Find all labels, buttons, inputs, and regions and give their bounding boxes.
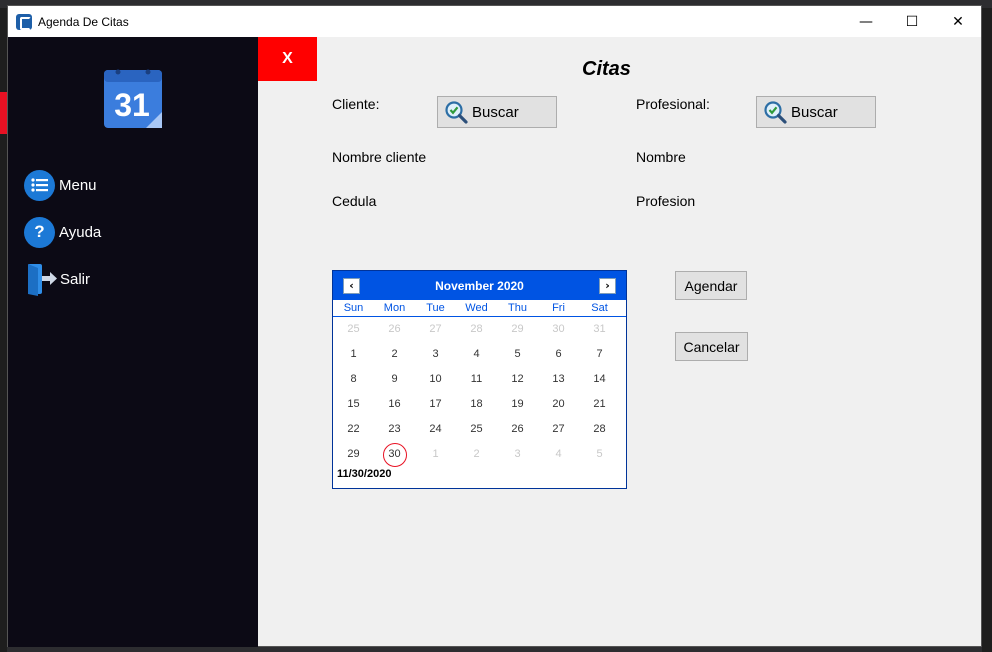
- nombre-cliente-label: Nombre cliente: [332, 149, 427, 165]
- calendar-logo-number: 31: [114, 87, 150, 123]
- calendar-day[interactable]: 5: [497, 342, 538, 367]
- calendar-weekday: Wed: [465, 302, 488, 314]
- search-check-icon: [445, 101, 468, 124]
- calendar-day[interactable]: 4: [538, 442, 579, 467]
- calendar-weekday: Thu: [508, 302, 527, 314]
- calendar-today-text[interactable]: 11/30/2020: [333, 467, 626, 481]
- calendar-day[interactable]: 17: [415, 392, 456, 417]
- calendar-prev-button[interactable]: ‹: [343, 277, 360, 294]
- calendar-month-title[interactable]: November 2020: [435, 279, 524, 293]
- sidebar: 31 Menu ? Ayuda Salir: [8, 37, 258, 647]
- buscar-label: Buscar: [791, 103, 838, 121]
- month-calendar[interactable]: ‹ November 2020 › Sun Mon Tue Wed Thu Fri Sat …: [332, 270, 627, 489]
- calendar-day[interactable]: 13: [538, 367, 579, 392]
- calendar-day[interactable]: 5: [579, 442, 620, 467]
- calendar-weekday: Sun: [343, 302, 364, 314]
- list-icon: [24, 169, 55, 201]
- cancelar-button[interactable]: Cancelar: [675, 332, 748, 361]
- calendar-day[interactable]: 11: [456, 367, 497, 392]
- calendar-day[interactable]: 25: [333, 317, 374, 342]
- window-controls: — ☐ ✕: [843, 6, 981, 37]
- close-window-button[interactable]: ✕: [935, 6, 981, 37]
- close-form-button[interactable]: X: [258, 37, 317, 81]
- sidebar-item-label: Menu: [59, 176, 97, 194]
- cliente-label: Cliente:: [332, 96, 380, 112]
- nombre-label: Nombre: [636, 149, 686, 165]
- calendar-day[interactable]: 20: [538, 392, 579, 417]
- calendar-day[interactable]: 4: [456, 342, 497, 367]
- calendar-day[interactable]: 3: [497, 442, 538, 467]
- calendar-weekday: Sat: [591, 302, 608, 314]
- calendar-day[interactable]: 30: [374, 442, 415, 467]
- calendar-day[interactable]: 28: [579, 417, 620, 442]
- calendar-day[interactable]: 19: [497, 392, 538, 417]
- page-title: Citas: [582, 58, 631, 80]
- calendar-day[interactable]: 29: [333, 442, 374, 467]
- calendar-day[interactable]: 22: [333, 417, 374, 442]
- calendar-day[interactable]: 8: [333, 367, 374, 392]
- title-bar[interactable]: Agenda De Citas — ☐ ✕: [8, 6, 981, 37]
- calendar-day[interactable]: 3: [415, 342, 456, 367]
- calendar-day-grid: 25 26 27 28 29 30 31 1 2 3 4 5 6 7 8 9 10 11 12 13 14 15 16 17 1…: [333, 317, 626, 467]
- calendar-day[interactable]: 26: [497, 417, 538, 442]
- sidebar-item-menu[interactable]: Menu: [24, 168, 97, 202]
- calendar-day[interactable]: 25: [456, 417, 497, 442]
- background-red-marker: [0, 92, 7, 134]
- calendar-logo-icon: 31: [104, 69, 162, 128]
- calendar-next-button[interactable]: ›: [599, 277, 616, 294]
- maximize-button[interactable]: ☐: [889, 6, 935, 37]
- agendar-button[interactable]: Agendar: [675, 271, 747, 300]
- minimize-button[interactable]: —: [843, 6, 889, 37]
- sidebar-item-salir[interactable]: Salir: [24, 262, 90, 296]
- sidebar-item-ayuda[interactable]: ? Ayuda: [24, 215, 101, 249]
- search-check-icon: [764, 101, 787, 124]
- calendar-header: ‹ November 2020 ›: [333, 271, 626, 300]
- help-icon: ?: [24, 216, 55, 248]
- calendar-weekday: Mon: [383, 302, 406, 314]
- sidebar-item-label: Ayuda: [59, 223, 102, 241]
- buscar-profesional-button[interactable]: Buscar: [756, 96, 876, 128]
- calendar-day[interactable]: 1: [415, 442, 456, 467]
- calendar-day[interactable]: 27: [538, 417, 579, 442]
- exit-door-icon: [28, 264, 57, 296]
- calendar-day[interactable]: 29: [497, 317, 538, 342]
- calendar-weekday: Tue: [426, 302, 445, 314]
- calendar-day[interactable]: 31: [579, 317, 620, 342]
- calendar-day[interactable]: 6: [538, 342, 579, 367]
- calendar-day[interactable]: 2: [374, 342, 415, 367]
- calendar-day[interactable]: 9: [374, 367, 415, 392]
- cedula-label: Cedula: [332, 193, 377, 209]
- calendar-day[interactable]: 21: [579, 392, 620, 417]
- sidebar-item-label: Salir: [60, 270, 91, 288]
- calendar-day[interactable]: 26: [374, 317, 415, 342]
- calendar-day[interactable]: 27: [415, 317, 456, 342]
- calendar-day[interactable]: 12: [497, 367, 538, 392]
- buscar-label: Buscar: [472, 103, 519, 121]
- calendar-day[interactable]: 1: [333, 342, 374, 367]
- calendar-weekday-row: Sun Mon Tue Wed Thu Fri Sat: [333, 300, 626, 317]
- calendar-day[interactable]: 10: [415, 367, 456, 392]
- calendar-weekday: Fri: [552, 302, 565, 314]
- calendar-day[interactable]: 28: [456, 317, 497, 342]
- calendar-day[interactable]: 18: [456, 392, 497, 417]
- window-title: Agenda De Citas: [38, 14, 129, 29]
- calendar-day[interactable]: 24: [415, 417, 456, 442]
- calendar-day[interactable]: 30: [538, 317, 579, 342]
- profesional-label: Profesional:: [636, 96, 710, 112]
- background-right-edge: [982, 8, 992, 652]
- calendar-day[interactable]: 2: [456, 442, 497, 467]
- buscar-cliente-button[interactable]: Buscar: [437, 96, 557, 128]
- profesion-label: Profesion: [636, 193, 696, 209]
- calendar-day[interactable]: 23: [374, 417, 415, 442]
- calendar-day[interactable]: 7: [579, 342, 620, 367]
- calendar-day[interactable]: 16: [374, 392, 415, 417]
- phone-app-icon: [16, 13, 32, 30]
- app-window: Agenda De Citas — ☐ ✕ 31 Menu ? Ayuda Sa…: [7, 5, 982, 647]
- calendar-day[interactable]: 14: [579, 367, 620, 392]
- calendar-day[interactable]: 15: [333, 392, 374, 417]
